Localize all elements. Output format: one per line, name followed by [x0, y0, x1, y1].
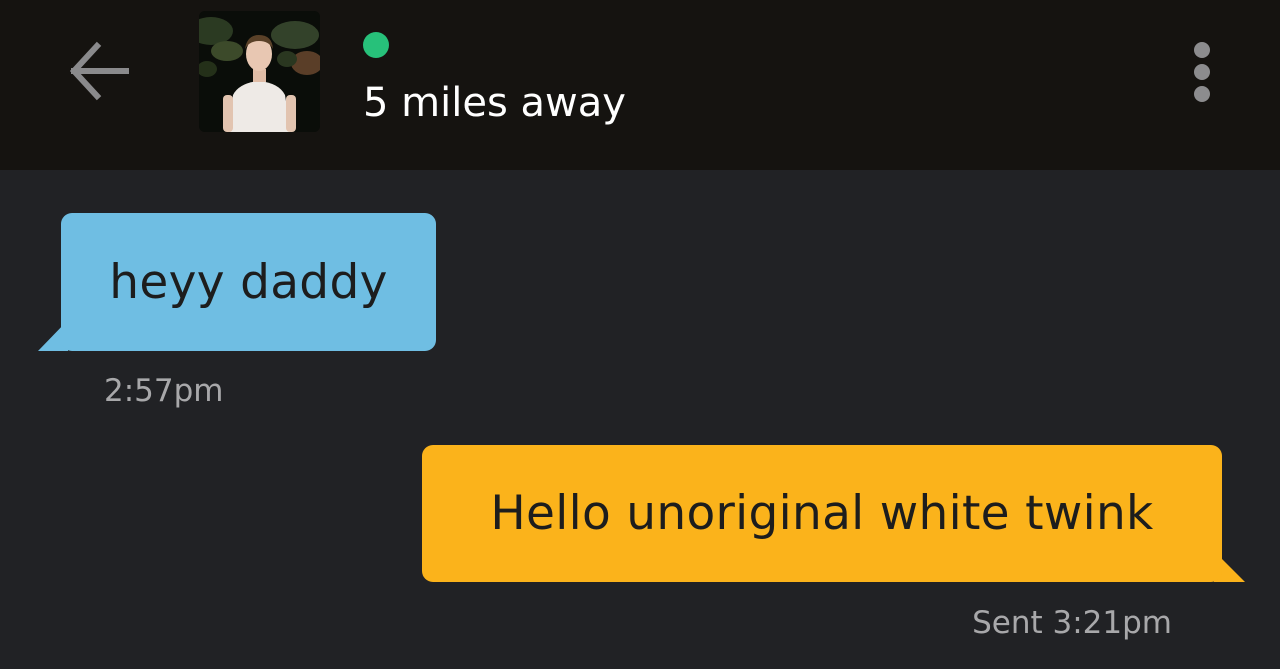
distance-label: 5 miles away — [363, 80, 626, 126]
back-arrow-icon — [69, 41, 129, 101]
profile-photo — [199, 11, 320, 132]
sent-message-text: Hello unoriginal white twink — [490, 486, 1154, 541]
sent-message-time: Sent 3:21pm — [972, 605, 1172, 641]
chat-header: 5 miles away — [0, 0, 1280, 170]
back-button[interactable] — [66, 38, 134, 106]
chat-thread: heyy daddy 2:57pm Hello unoriginal white… — [0, 170, 1280, 669]
sent-message-bubble[interactable]: Hello unoriginal white twink — [422, 445, 1222, 582]
menu-dot — [1194, 64, 1210, 80]
more-options-button[interactable] — [1184, 38, 1220, 108]
online-status-indicator — [363, 32, 389, 58]
received-message-bubble[interactable]: heyy daddy — [61, 213, 436, 351]
menu-dot — [1194, 42, 1210, 58]
received-message-text: heyy daddy — [109, 254, 388, 310]
menu-dot — [1194, 86, 1210, 102]
profile-avatar[interactable] — [199, 11, 320, 132]
received-message-time: 2:57pm — [104, 373, 224, 409]
